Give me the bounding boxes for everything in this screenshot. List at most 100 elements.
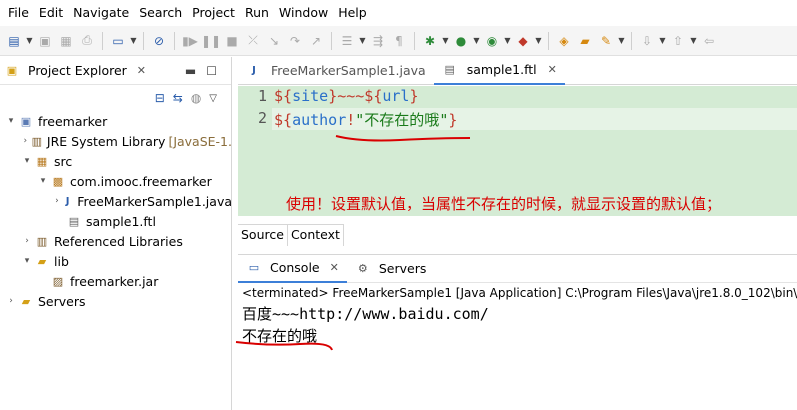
close-icon[interactable]: ✕	[137, 64, 146, 77]
run-icon[interactable]: ●	[451, 31, 471, 51]
close-icon[interactable]: ✕	[330, 261, 339, 274]
code-token: !	[346, 111, 356, 129]
menu-help[interactable]: Help	[333, 0, 372, 26]
drop-to-frame-icon[interactable]: ☰	[337, 31, 357, 51]
tree-item[interactable]: ▾ ▦ src	[0, 151, 232, 171]
focus-icon[interactable]: ◍	[191, 91, 201, 105]
tree-item[interactable]: › J FreeMarkerSample1.java	[0, 191, 232, 211]
project-explorer-panel: ▣ Project Explorer ✕ ▬ ☐ ⊟ ⇆ ◍ ▽ ▾ ▣ freem…	[0, 57, 232, 410]
chevron-right-icon[interactable]: ›	[4, 296, 18, 306]
package-icon: ▩	[52, 174, 64, 188]
tree-item[interactable]: ▾ ▣ freemarker	[0, 111, 232, 131]
line-number: 2	[258, 109, 268, 127]
project-explorer-tab[interactable]: ▣ Project Explorer ✕	[4, 63, 146, 79]
tab-sample1-ftl[interactable]: ▤ sample1.ftl ✕	[433, 56, 565, 85]
open-folder-icon[interactable]: ▰	[575, 31, 595, 51]
back-icon[interactable]: ⇦	[699, 31, 719, 51]
tree-item[interactable]: ▤ sample1.ftl	[0, 211, 232, 231]
menu-project[interactable]: Project	[187, 0, 240, 26]
collapse-all-icon[interactable]: ⊟	[155, 91, 165, 105]
source-folder-icon: ▦	[36, 154, 48, 168]
tree-item[interactable]: ▾ ▩ com.imooc.freemarker	[0, 171, 232, 191]
new-icon[interactable]: ▤	[4, 31, 24, 51]
coverage-icon[interactable]: ◉	[482, 31, 502, 51]
terminal-dropdown-icon[interactable]: ▼	[129, 31, 138, 51]
step-over-icon[interactable]: ↷	[285, 31, 305, 51]
tree-item-label: FreeMarkerSample1.java	[77, 193, 232, 209]
tab-context[interactable]: Context	[288, 225, 344, 246]
step-into-icon[interactable]: ↘	[264, 31, 284, 51]
tab-freemarkersample1-java[interactable]: J FreeMarkerSample1.java	[238, 57, 434, 85]
tree-item-label: src	[54, 153, 73, 169]
open-type-icon[interactable]: ◈	[554, 31, 574, 51]
pencil-dropdown-icon[interactable]: ▼	[617, 31, 626, 51]
paragraph-icon[interactable]: ¶	[389, 31, 409, 51]
suspend-icon[interactable]: ❚❚	[201, 31, 221, 51]
tab-servers[interactable]: ⚙ Servers	[347, 255, 435, 283]
tab-source[interactable]: Source	[238, 225, 288, 246]
code-token: }	[448, 111, 458, 129]
terminate-icon[interactable]: ■	[222, 31, 242, 51]
menu-edit[interactable]: Edit	[34, 0, 68, 26]
menu-run[interactable]: Run	[240, 0, 274, 26]
previous-annotation-icon[interactable]: ⇧	[668, 31, 688, 51]
resume-icon[interactable]: ▮▶	[180, 31, 200, 51]
new-dropdown-icon[interactable]: ▼	[25, 31, 34, 51]
use-step-filters-icon[interactable]: ⇶	[368, 31, 388, 51]
external-tools-dropdown-icon[interactable]: ▼	[534, 31, 543, 51]
chevron-down-icon[interactable]: ▾	[20, 156, 34, 166]
tree-item-label: JRE System Library	[46, 133, 166, 149]
line-number-gutter	[238, 86, 272, 216]
link-with-editor-icon[interactable]: ⇆	[173, 91, 183, 105]
close-icon[interactable]: ✕	[548, 63, 557, 76]
next-annotation-dropdown-icon[interactable]: ▼	[658, 31, 667, 51]
tree-item-label: Servers	[38, 293, 86, 309]
tab-label: Servers	[378, 261, 427, 276]
chevron-right-icon[interactable]: ›	[20, 236, 34, 246]
step-return-icon[interactable]: ↗	[306, 31, 326, 51]
code-token: ${	[274, 111, 293, 129]
save-icon[interactable]: ▣	[35, 31, 55, 51]
previous-annotation-dropdown-icon[interactable]: ▼	[689, 31, 698, 51]
tab-console[interactable]: ▭ Console ✕	[238, 255, 347, 283]
chevron-down-icon[interactable]: ▾	[36, 176, 50, 186]
code-editor[interactable]: 1 2 ${site}~~~${url} ${author!"不存在的哦"} 使…	[238, 86, 797, 216]
maximize-icon[interactable]: ☐	[206, 64, 217, 78]
external-tools-icon[interactable]: ◆	[513, 31, 533, 51]
menu-search[interactable]: Search	[134, 0, 187, 26]
chevron-down-icon[interactable]: ▾	[4, 116, 18, 126]
console-icon: ▭	[248, 261, 260, 274]
view-menu-icon[interactable]: ▽	[209, 93, 217, 104]
chevron-right-icon[interactable]: ›	[52, 196, 62, 206]
tree-item[interactable]: › ▰ Servers	[0, 291, 232, 311]
editor-tabbar: J FreeMarkerSample1.java ▤ sample1.ftl ✕	[238, 56, 797, 85]
code-token: site	[292, 87, 329, 105]
print-icon[interactable]: ⎙	[77, 31, 97, 51]
next-annotation-icon[interactable]: ⇩	[637, 31, 657, 51]
tree-item-label: Referenced Libraries	[54, 233, 183, 249]
pencil-icon[interactable]: ✎	[596, 31, 616, 51]
terminal-icon[interactable]: ▭	[108, 31, 128, 51]
debug-dropdown-icon[interactable]: ▼	[441, 31, 450, 51]
code-line-2: ${author!"不存在的哦"}	[274, 109, 457, 130]
chevron-down-icon[interactable]: ▾	[20, 256, 34, 266]
debug-icon[interactable]: ✱	[420, 31, 440, 51]
project-explorer-title: Project Explorer	[28, 63, 127, 78]
menu-file[interactable]: File	[3, 0, 34, 26]
console-status: <terminated> FreeMarkerSample1 [Java App…	[242, 286, 797, 300]
tree-item[interactable]: › ▥ JRE System Library [JavaSE-1.	[0, 131, 232, 151]
skip-breakpoints-icon[interactable]: ⊘	[149, 31, 169, 51]
coverage-dropdown-icon[interactable]: ▼	[503, 31, 512, 51]
tree-item[interactable]: ▾ ▰ lib	[0, 251, 232, 271]
tree-item[interactable]: ▨ freemarker.jar	[0, 271, 232, 291]
menu-window[interactable]: Window	[274, 0, 333, 26]
minimize-icon[interactable]: ▬	[185, 64, 196, 78]
run-dropdown-icon[interactable]: ▼	[472, 31, 481, 51]
menu-navigate[interactable]: Navigate	[68, 0, 134, 26]
disconnect-icon[interactable]: ⤫	[243, 31, 263, 51]
chevron-right-icon[interactable]: ›	[20, 136, 31, 146]
save-all-icon[interactable]: ▦	[56, 31, 76, 51]
tree-item[interactable]: › ▥ Referenced Libraries	[0, 231, 232, 251]
tab-label: Console	[270, 260, 320, 275]
drop-to-frame-dropdown-icon[interactable]: ▼	[358, 31, 367, 51]
